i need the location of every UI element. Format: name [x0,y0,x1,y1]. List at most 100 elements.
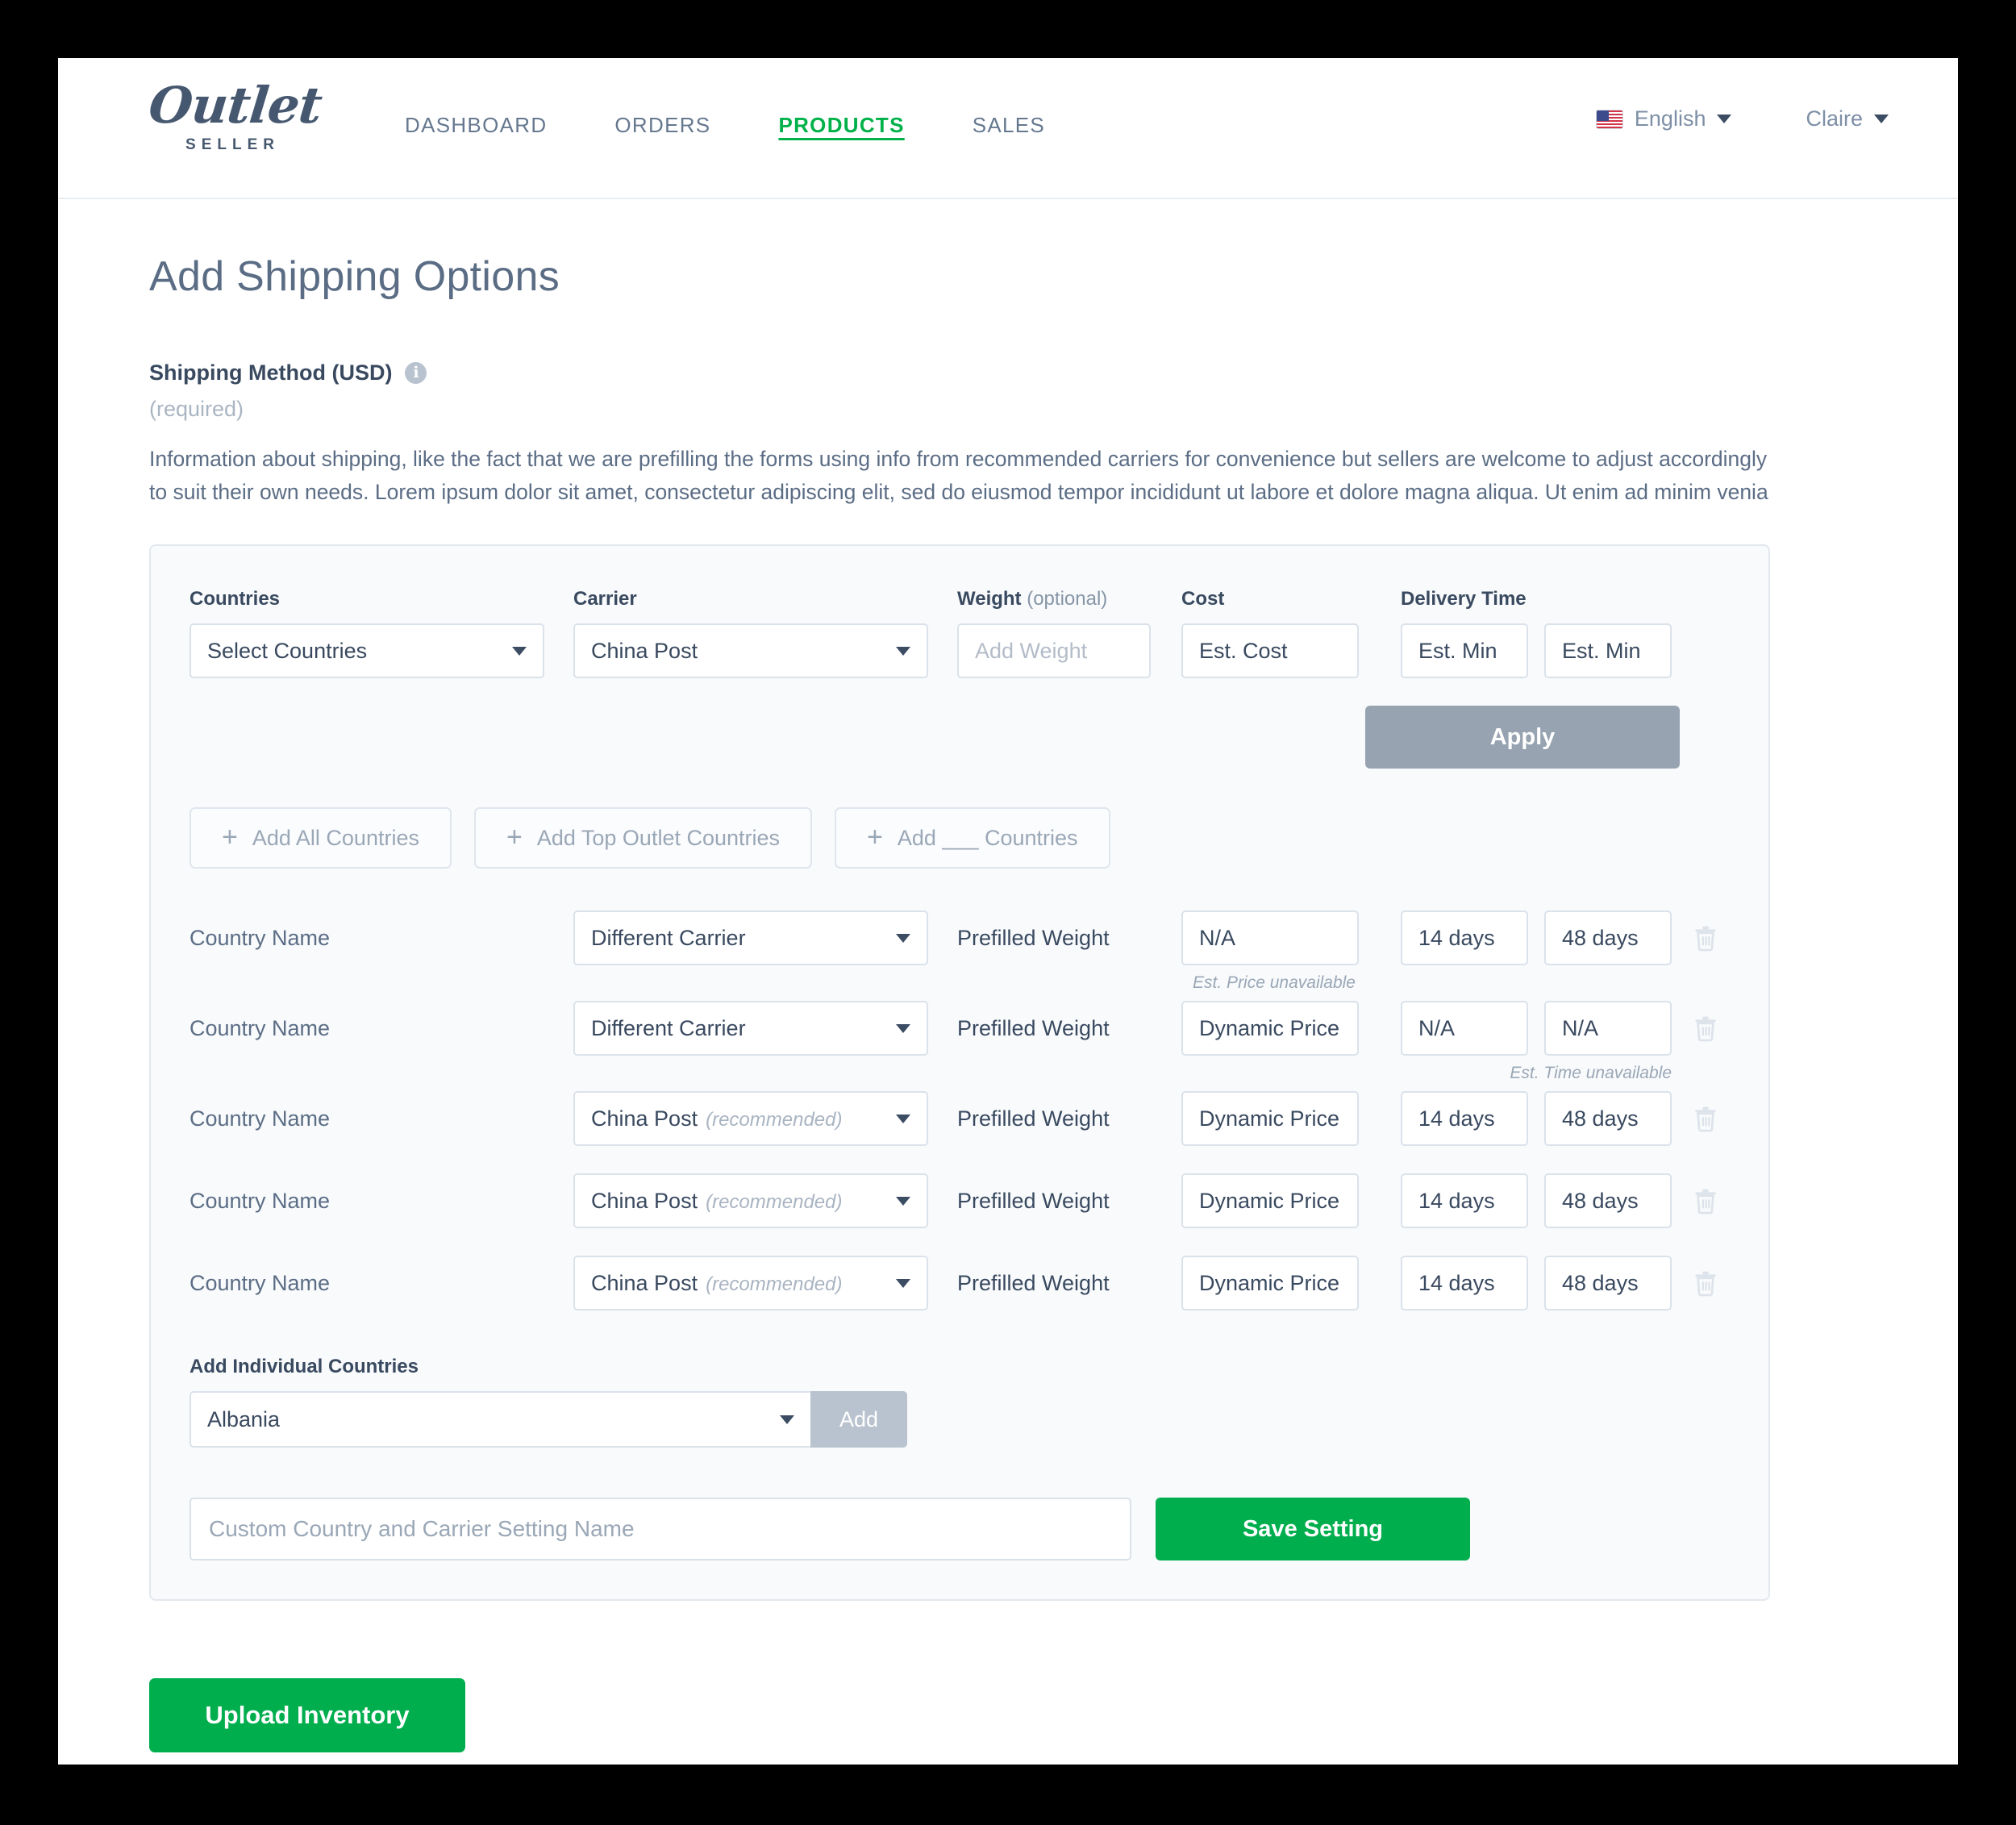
save-setting-button[interactable]: Save Setting [1156,1498,1470,1560]
delivery-min-value: Est. Min [1418,638,1497,663]
countries-select[interactable]: Select Countries [190,623,544,678]
row-cost-input[interactable]: Dynamic Price [1181,1173,1359,1228]
row-carrier-value-wrap: China Post (recommended) [591,1189,842,1214]
shipping-method-panel: Countries Carrier Weight (optional) Cost… [149,544,1770,1601]
add-top-outlet-countries-button[interactable]: + Add Top Outlet Countries [473,807,813,869]
delete-row-button[interactable] [1688,1173,1723,1228]
delete-row-button[interactable] [1688,910,1723,965]
add-top-outlet-countries-label: Add Top Outlet Countries [536,825,781,850]
nav-item-orders[interactable]: ORDERS [614,108,710,143]
chevron-down-icon [1717,115,1732,123]
top-navigation-bar: Outlet SELLER DASHBOARD ORDERS PRODUCTS … [58,58,1958,199]
chevron-down-icon [896,1278,910,1288]
row-carrier-recommended-tag: (recommended) [706,1190,843,1213]
row-country-name: Country Name [190,1271,331,1295]
page-content: Add Shipping Options Shipping Method (US… [58,252,1958,1752]
chevron-down-icon [780,1415,794,1424]
row-cost-value: Dynamic Price [1199,1106,1340,1131]
nav-item-dashboard[interactable]: DASHBOARD [405,108,547,143]
row-delivery-max-value: 48 days [1562,1106,1639,1131]
row-delivery-max-value: 48 days [1562,1188,1639,1213]
row-carrier-select[interactable]: China Post (recommended) [573,1256,928,1310]
main-nav: DASHBOARD ORDERS PRODUCTS SALES [405,108,1113,143]
row-delivery-max-input[interactable]: 48 days [1544,1256,1672,1310]
row-carrier-select[interactable]: China Post (recommended) [573,1091,928,1146]
delete-row-button[interactable] [1688,1091,1723,1146]
header-right-controls: English Claire [1595,106,1889,131]
nav-item-products[interactable]: PRODUCTS [778,108,904,143]
row-cost-value: N/A [1199,925,1236,950]
row-delivery-min-value: 14 days [1418,1270,1495,1295]
row-delivery-min-value: N/A [1418,1015,1456,1040]
add-n-countries-label: Add ___ Countries [897,825,1078,850]
user-menu[interactable]: Claire [1806,106,1889,131]
weight-input[interactable]: Add Weight [957,623,1151,678]
row-delivery-min-input[interactable]: 14 days [1401,1091,1528,1146]
add-all-countries-button[interactable]: + Add All Countries [190,807,452,869]
label-weight: Weight (optional) [957,588,1151,610]
delivery-min-input[interactable]: Est. Min [1401,623,1528,678]
row-weight-value: Prefilled Weight [957,1106,1110,1131]
row-delivery-min-value: 14 days [1418,1106,1495,1131]
chevron-down-icon [896,646,910,656]
row-delivery-max-input[interactable]: 48 days [1544,1091,1672,1146]
row-cost-input[interactable]: Dynamic Price [1181,1001,1359,1056]
row-delivery-max-value: 48 days [1562,925,1639,950]
individual-country-select[interactable]: Albania [190,1391,810,1448]
custom-setting-name-input[interactable] [190,1498,1131,1560]
language-selector[interactable]: English [1595,106,1732,131]
brand-logo[interactable]: Outlet SELLER [146,76,324,154]
row-cost-input[interactable]: N/A [1181,910,1359,965]
row-delivery-min-input[interactable]: 14 days [1401,1173,1528,1228]
row-note: Est. Time unavailable [1510,1064,1672,1082]
individual-country-value: Albania [207,1406,281,1431]
delivery-max-value: Est. Min [1562,638,1641,663]
required-note: (required) [149,397,244,421]
label-carrier: Carrier [573,588,637,610]
add-n-countries-button[interactable]: + Add ___ Countries [835,807,1110,869]
table-row: Country Name Different Carrier Prefilled… [190,1001,1730,1056]
row-carrier-select[interactable]: Different Carrier [573,910,928,965]
nav-item-sales[interactable]: SALES [973,108,1045,143]
row-cost-input[interactable]: Dynamic Price [1181,1256,1359,1310]
row-delivery-min-input[interactable]: 14 days [1401,1256,1528,1310]
row-delivery-max-value: 48 days [1562,1270,1639,1295]
row-carrier-value: Different Carrier [591,925,746,950]
trash-icon [1695,1271,1716,1297]
upload-inventory-button[interactable]: Upload Inventory [149,1678,465,1752]
row-delivery-min-input[interactable]: 14 days [1401,910,1528,965]
save-setting-row: Save Setting [190,1498,1730,1560]
row-delivery-max-input[interactable]: 48 days [1544,1173,1672,1228]
cost-input[interactable]: Est. Cost [1181,623,1359,678]
row-carrier-value-wrap: China Post (recommended) [591,1271,842,1296]
apply-button[interactable]: Apply [1365,706,1680,769]
row-delivery-max-input[interactable]: N/A [1544,1001,1672,1056]
add-individual-countries-label: Add Individual Countries [190,1356,419,1377]
chevron-down-icon [896,1196,910,1206]
label-delivery-time: Delivery Time [1401,588,1527,610]
trash-icon [1695,926,1716,952]
row-country-name: Country Name [190,926,331,950]
delivery-max-input[interactable]: Est. Min [1544,623,1672,678]
info-icon[interactable]: i [405,362,427,384]
chevron-down-icon [512,646,527,656]
row-weight-value: Prefilled Weight [957,1016,1110,1040]
plus-icon: + [222,822,238,853]
carrier-select[interactable]: China Post [573,623,928,678]
app-window: Outlet SELLER DASHBOARD ORDERS PRODUCTS … [58,58,1958,1765]
row-cost-input[interactable]: Dynamic Price [1181,1091,1359,1146]
brand-logo-subtitle: SELLER [185,136,280,153]
delete-row-button[interactable] [1688,1256,1723,1310]
row-delivery-max-input[interactable]: 48 days [1544,910,1672,965]
row-carrier-select[interactable]: Different Carrier [573,1001,928,1056]
row-note-wrap: Est. Price unavailable [190,965,1730,1001]
language-label: English [1634,106,1706,131]
delete-row-button[interactable] [1688,1001,1723,1056]
add-country-button[interactable]: Add [810,1391,907,1448]
row-carrier-select[interactable]: China Post (recommended) [573,1173,928,1228]
row-delivery-min-input[interactable]: N/A [1401,1001,1528,1056]
row-carrier-value: China Post [591,1106,698,1131]
row-weight-value: Prefilled Weight [957,1271,1110,1295]
row-weight-value: Prefilled Weight [957,926,1110,950]
table-row: Country Name China Post (recommended) Pre… [190,1256,1730,1310]
